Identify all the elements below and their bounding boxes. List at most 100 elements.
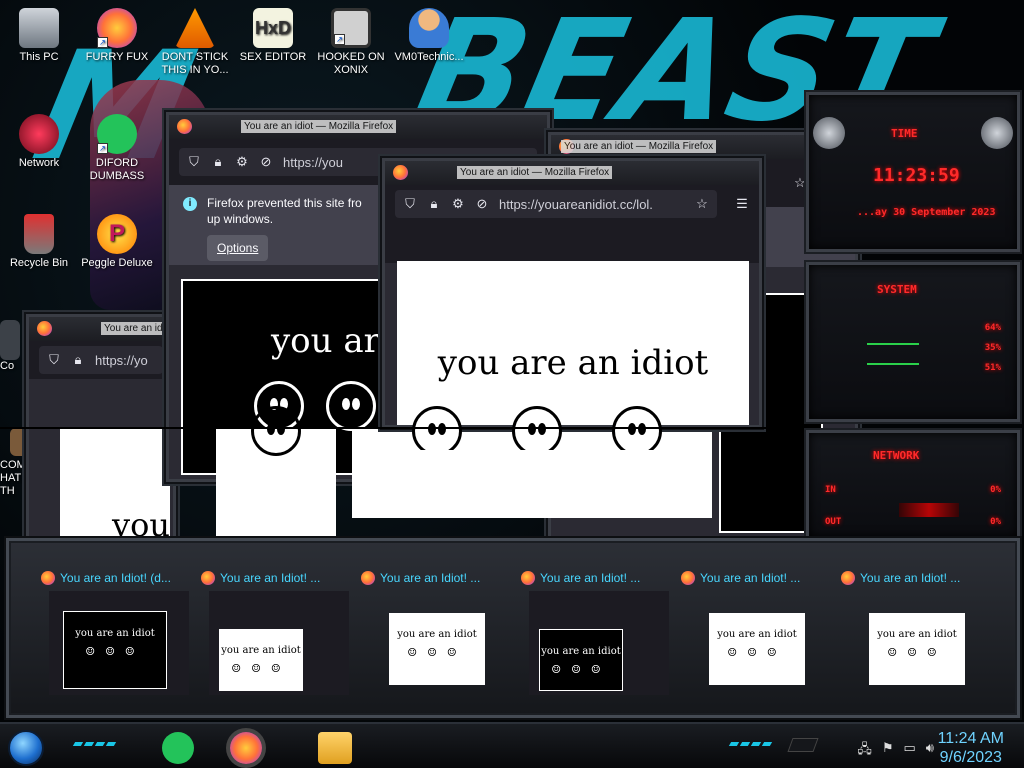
mini-page-text: you are an idiot [541, 646, 621, 657]
mini-page-text: you are an idiot [221, 645, 301, 656]
thumbnail-image: you are an idiot ☺☺☺ [209, 591, 349, 695]
url-text[interactable]: https://youareanidiot.cc/lol. [499, 197, 653, 212]
start-button[interactable] [8, 730, 44, 766]
window-title: You are an idiot — Mozilla Firefox [457, 166, 613, 179]
taskbar-firefox[interactable] [230, 732, 262, 764]
desktop-icon-this-pc[interactable]: This PC [0, 8, 78, 64]
taskbar-file-explorer[interactable] [318, 732, 352, 764]
notification-text: Firefox prevented this site fro up windo… [207, 196, 362, 226]
system-gadget[interactable]: SYSTEM 64% 35% 51% [806, 262, 1020, 422]
thumbnail-label: You are an Idiot! ... [361, 571, 480, 585]
options-button[interactable]: Options [207, 235, 269, 261]
network-label: NETWORK [873, 449, 920, 462]
mini-page: you are an idiot ☺☺☺ [869, 613, 965, 685]
chat-icon: ↗ [97, 114, 137, 154]
firefox-icon [201, 571, 215, 585]
taskbar-thumbnail[interactable]: You are an Idiot! (d... you are an idiot… [41, 569, 195, 701]
autoplay-blocked-icon[interactable]: ⊘ [259, 155, 273, 169]
address-field[interactable]: ⛉ 🔒︎ ⚙ ⊘ https://youareanidiot.cc/lol. ☆ [395, 190, 717, 218]
lock-icon: 🔒︎ [430, 196, 438, 211]
thumbnail-label: You are an Idiot! ... [521, 571, 640, 585]
decor-bars [72, 742, 117, 746]
desktop-icon-recycle-bin[interactable]: Recycle Bin [0, 214, 78, 270]
gadget-time: 11:23:59 [873, 165, 960, 186]
address-field[interactable]: ⛉ 🔒︎ https://yo [39, 346, 163, 374]
firefox-icon [841, 571, 855, 585]
monitor-icon[interactable]: ▭ [904, 740, 916, 762]
desktop-icon-label: Peggle Deluxe [81, 257, 153, 269]
hxd-icon: HxD [253, 8, 293, 48]
smileys: ☺☺☺ [727, 646, 787, 659]
desktop-icon-peggle[interactable]: P Peggle Deluxe [78, 214, 156, 270]
autoplay-blocked-icon[interactable]: ⊘ [475, 197, 489, 211]
desktop-icon-vlc[interactable]: DONT STICK THIS IN YO... [156, 8, 234, 77]
network-tray-icon[interactable]: 🖧 [857, 740, 872, 762]
desktop-icon-label: SEX EDITOR [239, 51, 307, 63]
network-icon [19, 114, 59, 154]
desktop-icon-sex-editor[interactable]: HxD SEX EDITOR [234, 8, 312, 64]
info-icon: i [183, 197, 197, 211]
menu-icon[interactable]: ☰ [735, 197, 749, 211]
xonix-icon: ↗ [331, 8, 371, 48]
in-label: IN [825, 485, 836, 495]
permissions-icon[interactable]: ⚙ [235, 155, 249, 169]
firefox-icon [681, 571, 695, 585]
firefox-icon [361, 571, 375, 585]
taskbar-chat-app[interactable] [162, 732, 194, 764]
mini-page-text: you are an idiot [75, 628, 155, 639]
taskbar-thumbnail[interactable]: You are an Idiot! ... you are an idiot ☺… [681, 569, 835, 701]
peggle-icon: P [97, 214, 137, 254]
title-bar[interactable]: You are an idiot — Mozilla Firefox [385, 161, 759, 185]
title-bar[interactable]: You are an idiot — Mozilla Firefox [169, 115, 547, 139]
shield-icon[interactable]: ⛉ [187, 155, 201, 169]
firefox-window-front[interactable]: You are an idiot — Mozilla Firefox ⛉ 🔒︎ … [382, 158, 762, 428]
url-bar[interactable]: ⛉ 🔒︎ https://yo [29, 341, 173, 379]
bookmark-star-icon[interactable]: ☆ [695, 197, 709, 211]
smileys: ☺☺☺ [407, 646, 467, 659]
volume-icon[interactable]: 🔊︎ [926, 740, 934, 762]
url-text[interactable]: https://yo [95, 353, 148, 368]
recycle-bin-icon [24, 214, 54, 254]
taskbar-thumbnail[interactable]: You are an Idiot! ... you are an idiot ☺… [361, 569, 515, 701]
cpu-value-1: 64% [984, 323, 1001, 333]
out-value: 0% [990, 517, 1001, 527]
render-seam [0, 427, 770, 429]
vlc-cone-icon [175, 8, 215, 48]
thumbnail-label: You are an Idiot! (d... [41, 571, 171, 585]
doctor-icon [409, 8, 449, 48]
page-fragment-left: you a [60, 428, 170, 582]
taskbar-clock[interactable]: 11:24 AM 9/6/2023 [938, 729, 1004, 767]
clock-date: 9/6/2023 [939, 749, 1002, 766]
url-text[interactable]: https://you [283, 155, 343, 170]
desktop-icon-vm0[interactable]: VM0Technic... [390, 8, 468, 64]
desktop-icon-label: Co [0, 360, 15, 372]
network-gadget[interactable]: NETWORK IN 0% OUT 0% [806, 430, 1020, 540]
firefox-icon [37, 321, 52, 336]
bookmark-star-icon[interactable]: ☆ [793, 176, 807, 190]
time-label: TIME [891, 127, 918, 140]
out-label: OUT [825, 517, 842, 527]
desktop-icon-network[interactable]: Network [0, 114, 78, 170]
flag-icon[interactable]: ⚑ [882, 740, 894, 762]
clock-gadget[interactable]: TIME 11:23:59 ...ay 30 September 2023 [806, 92, 1020, 252]
shield-icon[interactable]: ⛉ [403, 197, 417, 211]
gadget-date: ...ay 30 September 2023 [857, 207, 996, 218]
desktop-icon-co[interactable]: Co [0, 320, 22, 373]
taskbar-thumbnail[interactable]: You are an Idiot! ... you are an idiot ☺… [841, 569, 995, 701]
title-bar[interactable]: You are an idiot — Mozilla Firefox [29, 317, 173, 341]
url-bar[interactable]: ⛉ 🔒︎ ⚙ ⊘ https://youareanidiot.cc/lol. ☆… [385, 185, 759, 223]
desktop-icon-xonix[interactable]: ↗ HOOKED ON XONIX [312, 8, 390, 77]
firefox-icon: ↗ [97, 8, 137, 48]
alien-head-icon [981, 117, 1013, 149]
desktop-icon-diford[interactable]: ↗ DIFORD DUMBASS [78, 114, 156, 183]
smileys: ☺☺☺ [231, 662, 291, 675]
desktop-icon-label: VM0Technic... [394, 51, 464, 63]
desktop-icon-furry-fux[interactable]: ↗ FURRY FUX [78, 8, 156, 64]
permissions-icon[interactable]: ⚙ [451, 197, 465, 211]
taskbar-thumbnail[interactable]: You are an Idiot! ... you are an idiot ☺… [201, 569, 355, 701]
taskbar-thumbnail[interactable]: You are an Idiot! ... you are an idiot ☺… [521, 569, 675, 701]
page-content: you are an idiot [397, 261, 749, 425]
app-icon [0, 320, 20, 360]
desktop-icon-label: Network [18, 157, 60, 169]
shield-icon[interactable]: ⛉ [47, 353, 61, 367]
